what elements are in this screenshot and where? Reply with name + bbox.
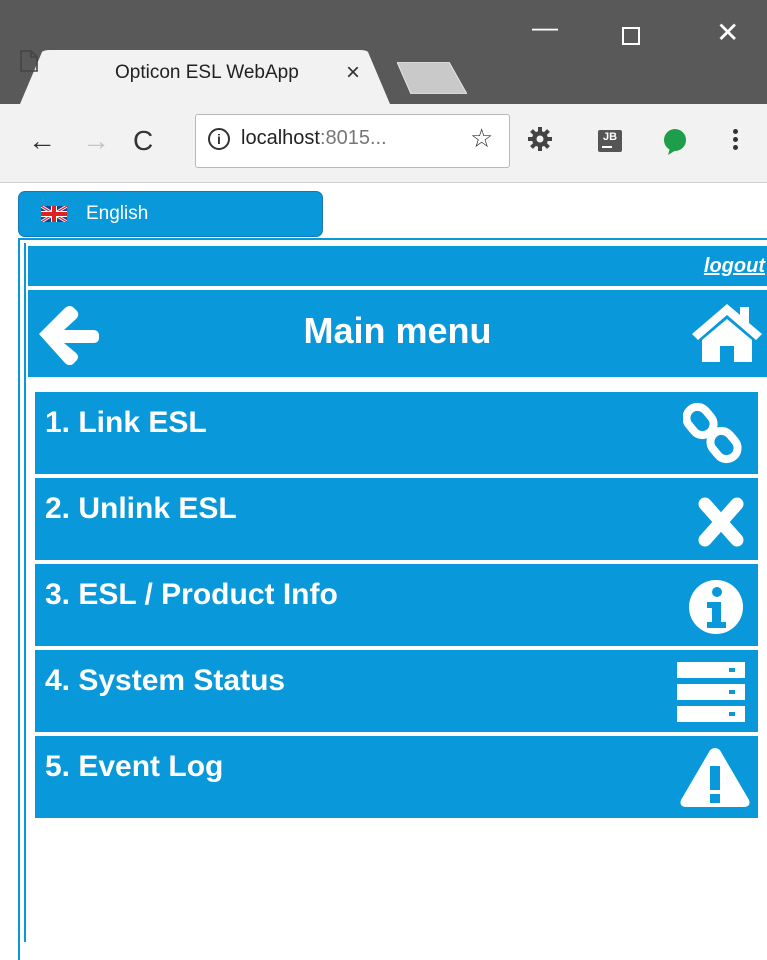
new-tab-button[interactable] [397,62,467,94]
page-title: Main menu [303,310,492,351]
menu-item-label: 3. ESL / Product Info [45,578,338,611]
tab-title: Opticon ESL WebApp [115,62,299,83]
address-bar[interactable]: i localhost:8015... ☆ [195,114,510,168]
server-icon [677,662,745,722]
menu-item-event-log[interactable]: 5. Event Log [35,736,758,818]
menu-item-label: 1. Link ESL [45,406,207,439]
menu-item-system-status[interactable]: 4. System Status [35,650,758,732]
language-selector[interactable]: English [18,191,323,237]
warning-icon [680,748,750,807]
browser-menu-icon[interactable] [733,126,741,153]
menu-item-label: 4. System Status [45,664,286,697]
browser-tab[interactable]: Opticon ESL WebApp × [20,50,390,104]
bookmark-star-icon[interactable]: ☆ [470,123,493,154]
back-icon[interactable]: ← [28,126,56,156]
home-icon[interactable] [688,300,766,364]
browser-titlebar: Opticon ESL WebApp × — ✕ [0,0,767,104]
menu-item-esl-product-info[interactable]: 3. ESL / Product Info [35,564,758,646]
close-icon [698,497,744,547]
language-label: English [86,203,149,224]
info-icon [689,580,743,634]
url-text[interactable]: localhost:8015... [241,127,387,150]
extension-jb-label: JB [602,131,618,143]
menu-item-unlink-esl[interactable]: 2. Unlink ESL [35,478,758,560]
tab-close-icon[interactable]: × [346,59,360,87]
extension-gear-icon[interactable] [527,126,553,152]
menu-item-label: 5. Event Log [45,750,224,783]
extension-jb-icon[interactable]: JB [598,130,622,152]
browser-toolbar: ← → C i localhost:8015... ☆ JB [0,104,767,183]
document-icon [20,50,38,72]
reload-icon[interactable]: C [133,126,153,156]
window-minimize-icon[interactable]: — [532,14,558,40]
window-close-icon[interactable]: ✕ [716,19,739,47]
menu-item-label: 2. Unlink ESL [45,492,237,525]
extension-green-icon[interactable] [662,128,688,156]
url-port: :8015... [319,127,387,149]
header-bar: Main menu [28,290,767,377]
logout-bar: logout [28,246,767,286]
uk-flag-icon [41,206,67,222]
site-info-icon[interactable]: i [208,128,230,150]
logout-link[interactable]: logout [704,255,765,278]
menu-item-link-esl[interactable]: 1. Link ESL [35,392,758,474]
content-frame-inner-border [24,243,26,942]
url-host: localhost [241,127,320,149]
link-icon [683,402,742,464]
forward-icon[interactable]: → [82,126,110,156]
window-maximize-icon[interactable] [622,27,640,45]
